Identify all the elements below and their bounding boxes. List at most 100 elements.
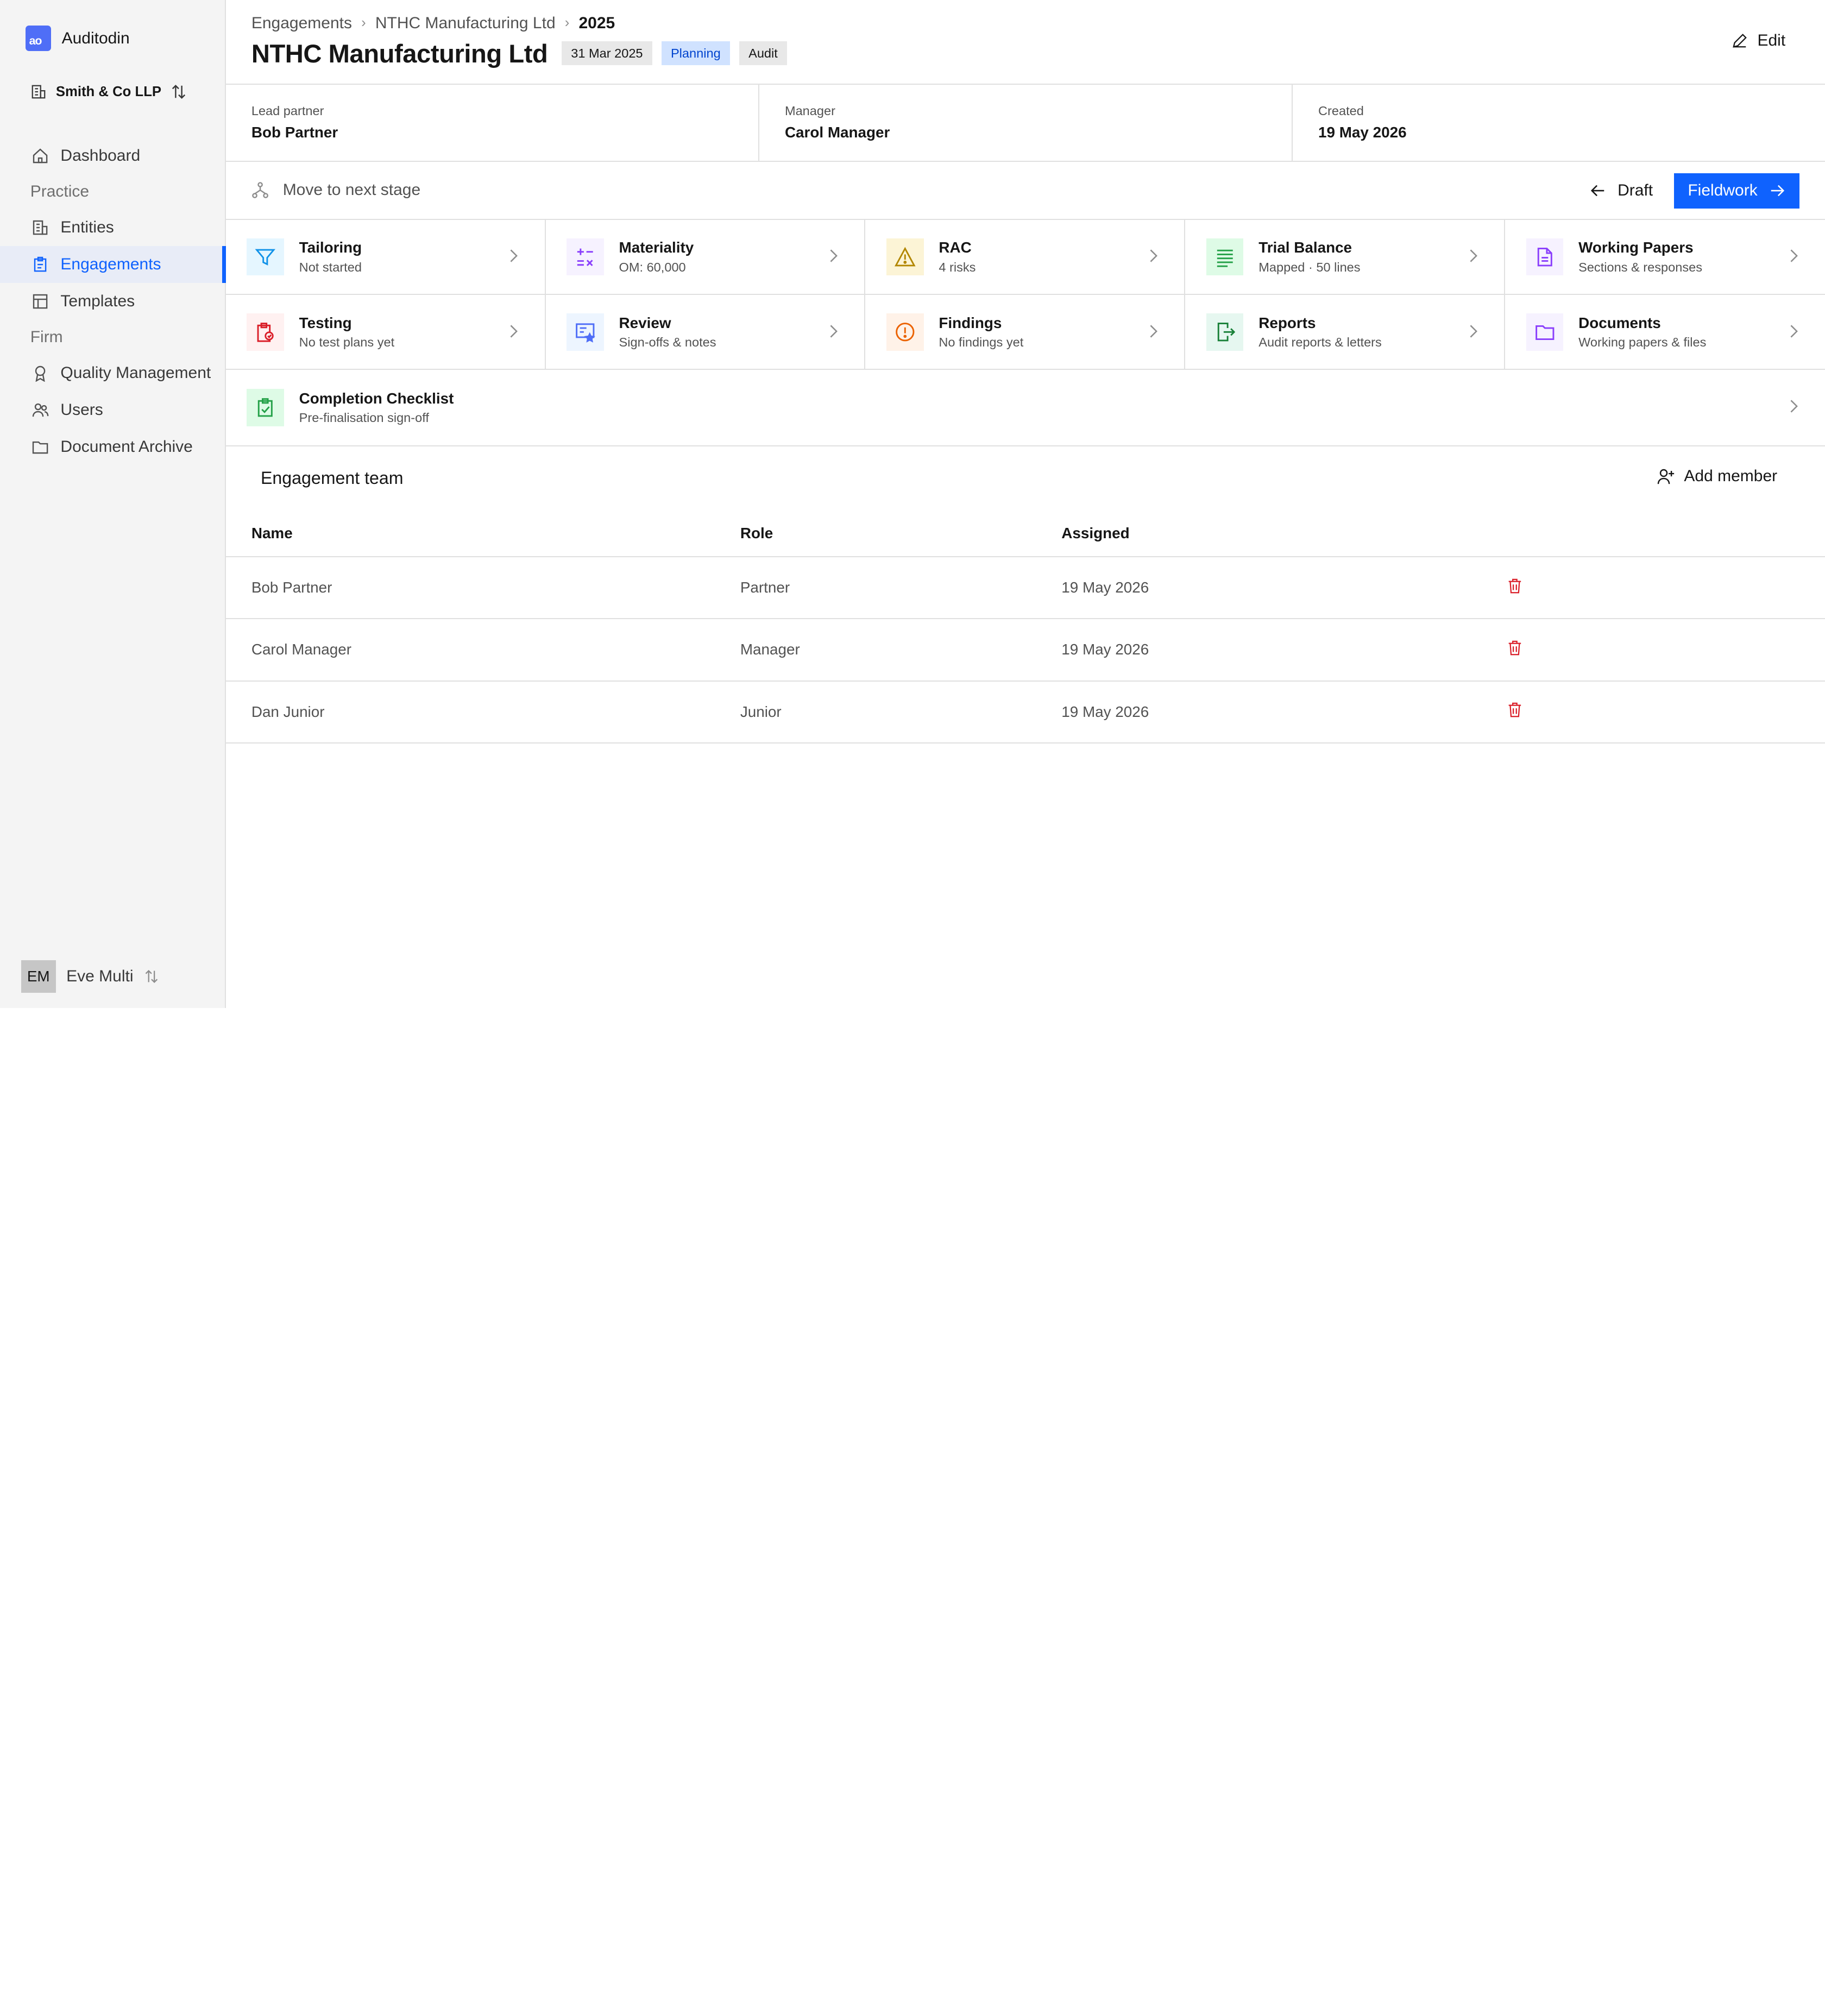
tile-materiality[interactable]: Materiality OM: 60,000 xyxy=(545,219,866,295)
export-document-icon xyxy=(1217,323,1236,342)
sidebar-item-users[interactable]: Users xyxy=(0,392,226,429)
tile-text: Working Papers Sections & responses xyxy=(1578,239,1702,274)
workflow-tiles: Tailoring Not started Materiality OM: 60… xyxy=(225,219,1825,446)
tile-testing[interactable]: Testing No test plans yet xyxy=(225,295,546,370)
sidebar-item-document-archive[interactable]: Document Archive xyxy=(0,429,226,465)
engagement-team: Engagement team Add member Name Role Ass… xyxy=(225,446,1825,744)
trash-icon[interactable] xyxy=(1507,578,1522,594)
meta-lead-partner: Lead partner Bob Partner xyxy=(226,85,759,161)
tile-findings[interactable]: Findings No findings yet xyxy=(865,295,1186,370)
tile-subtitle: Working papers & files xyxy=(1578,335,1707,349)
breadcrumb-client[interactable]: NTHC Manufacturing Ltd xyxy=(375,14,556,33)
tile-reports[interactable]: Reports Audit reports & letters xyxy=(1185,295,1506,370)
tile-text: Tailoring Not started xyxy=(299,239,362,274)
breadcrumb-engagements[interactable]: Engagements xyxy=(251,14,352,33)
sidebar-nav: Dashboard Practice Entities Engagements … xyxy=(0,137,226,465)
col-actions xyxy=(1507,510,1825,558)
folder-icon xyxy=(1535,325,1555,340)
warning-icon xyxy=(894,247,916,267)
template-icon xyxy=(33,294,48,309)
alert-circle-icon xyxy=(896,323,915,342)
swap-icon xyxy=(172,85,186,99)
review-star-icon xyxy=(576,323,595,343)
tile-text: Documents Working papers & files xyxy=(1578,314,1706,350)
meta-label: Lead partner xyxy=(251,103,324,118)
tile-text: Review Sign-offs & notes xyxy=(619,314,716,350)
tile-icon-bg xyxy=(1206,313,1244,351)
arrow-left-icon xyxy=(1590,185,1604,197)
chevron-right-icon xyxy=(510,249,518,263)
draft-button[interactable]: Draft xyxy=(1590,181,1653,200)
user-add-icon xyxy=(1657,469,1675,484)
chevron-right-icon xyxy=(1470,249,1477,263)
chevron-right-icon: › xyxy=(564,15,570,31)
sidebar-item-entities[interactable]: Entities xyxy=(0,209,226,246)
org-switcher[interactable]: Smith & Co LLP xyxy=(30,84,187,100)
tile-subtitle: Mapped · 50 lines xyxy=(1258,260,1361,274)
trash-icon[interactable] xyxy=(1507,640,1522,656)
tile-title: RAC xyxy=(939,239,972,256)
brand[interactable]: ao Auditodin xyxy=(26,26,130,52)
meta-manager: Manager Carol Manager xyxy=(759,85,1293,161)
home-icon xyxy=(33,148,48,163)
sidebar-item-label: Dashboard xyxy=(60,146,141,165)
tile-text: Testing No test plans yet xyxy=(299,314,395,350)
user-switcher[interactable]: EM Eve Multi xyxy=(21,960,159,993)
breadcrumb: Engagements › NTHC Manufacturing Ltd › 2… xyxy=(251,14,615,33)
badge-icon xyxy=(35,366,46,382)
brand-logo-text: ao xyxy=(29,34,42,47)
tile-icon-bg xyxy=(1206,238,1244,276)
tile-icon-bg xyxy=(567,238,604,276)
tile-trial-balance[interactable]: Trial Balance Mapped · 50 lines xyxy=(1185,219,1506,295)
team-title: Engagement team xyxy=(260,468,404,488)
sidebar-item-label: Document Archive xyxy=(60,437,193,456)
col-role[interactable]: Role xyxy=(740,510,1062,558)
tile-text: Reports Audit reports & letters xyxy=(1258,314,1382,350)
tile-title: Tailoring xyxy=(299,239,362,256)
tile-rac[interactable]: RAC 4 risks xyxy=(865,219,1186,295)
org-name: Smith & Co LLP xyxy=(55,84,162,99)
move-to-next-stage: Move to next stage xyxy=(251,181,420,199)
sidebar-item-templates[interactable]: Templates xyxy=(0,283,226,320)
list-icon xyxy=(1217,249,1233,267)
tile-review[interactable]: Review Sign-offs & notes xyxy=(545,295,866,370)
edit-button[interactable]: Edit xyxy=(1732,32,1785,50)
meta-label: Created xyxy=(1318,103,1364,118)
sidebar-item-engagements[interactable]: Engagements xyxy=(0,245,226,283)
tile-title: Findings xyxy=(939,314,1002,331)
table-row: Carol Manager Manager 19 May 2026 xyxy=(225,619,1825,682)
tile-title: Working Papers xyxy=(1578,239,1694,256)
arrow-right-icon xyxy=(1771,185,1785,197)
fieldwork-button[interactable]: Fieldwork xyxy=(1673,173,1799,209)
cell-name: Dan Junior xyxy=(225,681,740,744)
add-member-button[interactable]: Add member xyxy=(1657,467,1777,486)
tile-subtitle: Audit reports & letters xyxy=(1258,335,1382,349)
col-assigned[interactable]: Assigned xyxy=(1061,510,1507,558)
tile-title: Trial Balance xyxy=(1258,239,1352,256)
tile-text: Trial Balance Mapped · 50 lines xyxy=(1258,239,1360,274)
tile-title: Testing xyxy=(299,314,352,331)
tile-completion-checklist[interactable]: Completion Checklist Pre-finalisation si… xyxy=(226,370,1825,445)
cell-actions xyxy=(1507,619,1825,682)
clipboard-test-icon xyxy=(257,323,274,342)
col-name[interactable]: Name xyxy=(225,510,740,558)
meta-created: Created 19 May 2026 xyxy=(1293,85,1825,160)
cell-assigned: 19 May 2026 xyxy=(1061,681,1507,744)
tile-documents[interactable]: Documents Working papers & files xyxy=(1505,295,1825,370)
tile-subtitle: 4 risks xyxy=(939,260,976,274)
meta-label: Manager xyxy=(784,103,835,118)
sidebar-item-quality-management[interactable]: Quality Management xyxy=(0,355,226,392)
sidebar-item-label: Entities xyxy=(60,218,114,236)
sidebar-item-dashboard[interactable]: Dashboard xyxy=(0,137,226,174)
clipboard-check-icon xyxy=(258,398,273,417)
tile-tailoring[interactable]: Tailoring Not started xyxy=(225,219,546,295)
cell-assigned: 19 May 2026 xyxy=(1061,557,1507,620)
edit-button-label: Edit xyxy=(1757,31,1786,49)
tile-text: RAC 4 risks xyxy=(939,239,976,274)
page-title: NTHC Manufacturing Ltd xyxy=(251,39,548,68)
trash-icon[interactable] xyxy=(1507,702,1522,718)
tile-working-papers[interactable]: Working Papers Sections & responses xyxy=(1505,220,1825,295)
tile-icon-bg xyxy=(1526,313,1564,351)
swap-icon xyxy=(145,969,158,983)
tile-title: Completion Checklist xyxy=(299,389,454,407)
